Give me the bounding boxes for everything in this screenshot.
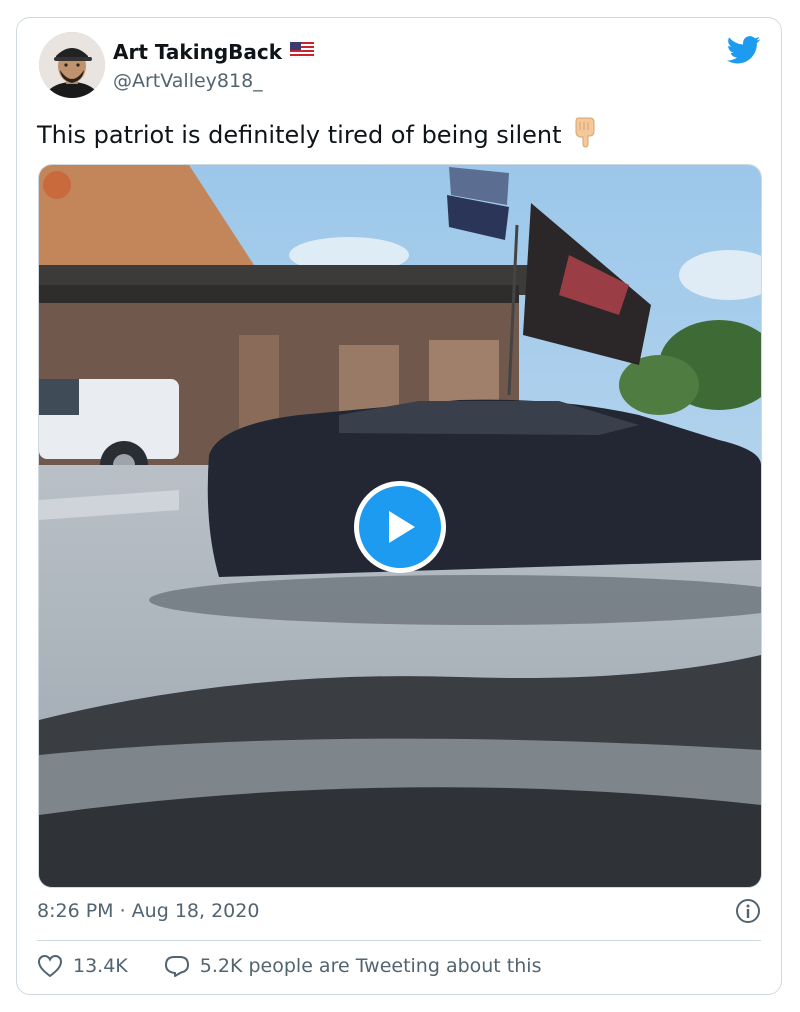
- like-button[interactable]: 13.4K: [37, 954, 128, 978]
- tweet-timestamp[interactable]: 8:26 PM · Aug 18, 2020: [37, 900, 259, 922]
- play-button[interactable]: [354, 481, 446, 573]
- twitter-logo-icon[interactable]: [726, 36, 761, 68]
- avatar[interactable]: [39, 32, 105, 98]
- author-display-name[interactable]: Art TakingBack: [113, 40, 282, 64]
- divider: [37, 940, 761, 941]
- tweeting-about-link[interactable]: 5.2K people are Tweeting about this: [164, 954, 542, 978]
- author-handle[interactable]: @ArtValley818_: [113, 70, 263, 92]
- us-flag-icon: [289, 41, 315, 62]
- tweeting-about-text: 5.2K people are Tweeting about this: [199, 955, 542, 977]
- reply-bubble-icon: [164, 956, 189, 977]
- tweet-text-content: This patriot is definitely tired of bein…: [37, 121, 562, 149]
- tweet-video[interactable]: [38, 164, 762, 888]
- backhand-index-pointing-down-icon: [572, 116, 598, 154]
- tweet-text: This patriot is definitely tired of bein…: [37, 116, 598, 154]
- tweet-card[interactable]: Art TakingBack @ArtValley818_ This patri…: [16, 17, 782, 995]
- heart-icon: [37, 954, 63, 978]
- avatar-photo: [39, 32, 105, 98]
- info-icon[interactable]: [735, 898, 761, 928]
- like-count: 13.4K: [73, 955, 128, 977]
- play-icon: [389, 511, 415, 543]
